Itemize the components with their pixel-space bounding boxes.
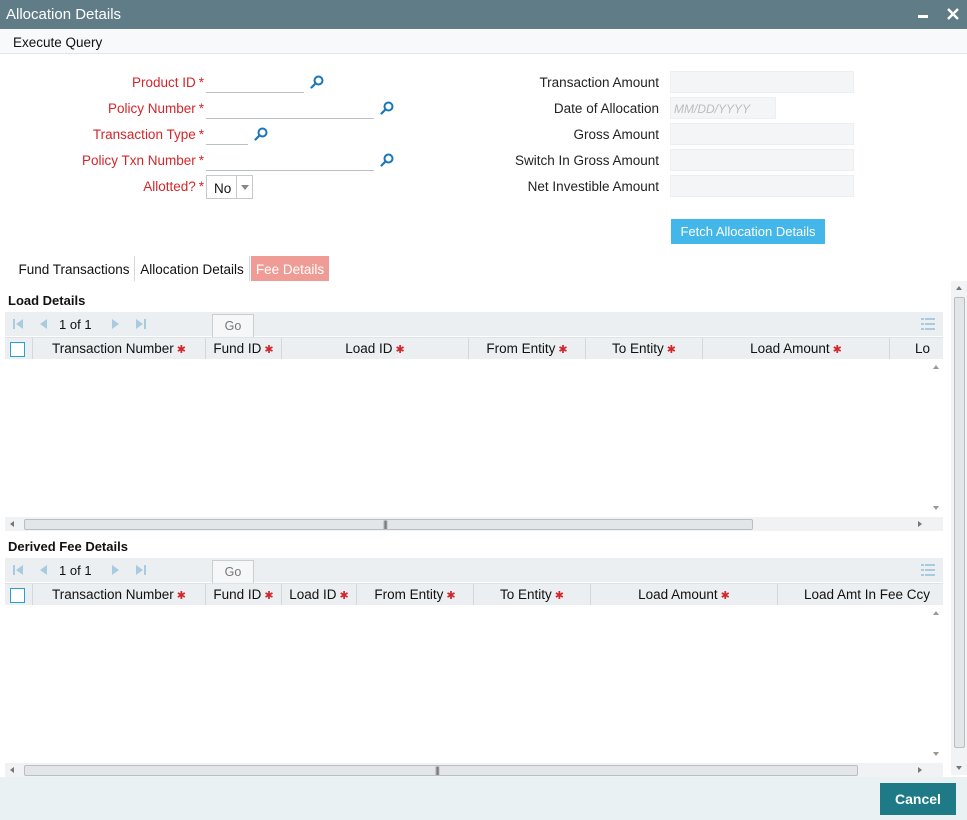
load-details-toolbar: 1 of 1 Go (5, 312, 943, 338)
derived-fee-details-go-button[interactable]: Go (212, 560, 254, 584)
cancel-button[interactable]: Cancel (880, 783, 956, 815)
window-title: Allocation Details (6, 6, 122, 23)
column-header[interactable]: Load Amount ✱ (591, 584, 778, 605)
product-id-label: Product ID * (131, 75, 204, 90)
load-details-header: Transaction Number ✱ Fund ID ✱ Load ID ✱ Fr… (5, 337, 943, 359)
gross-amount-label: Gross Amount (573, 127, 659, 142)
net-investible-amount-label: Net Investible Amount (527, 179, 659, 194)
scroll-left-icon[interactable] (10, 767, 14, 773)
column-header[interactable]: Lo (890, 338, 943, 359)
column-header[interactable]: Transaction Number ✱ (33, 584, 206, 605)
transaction-type-label: Transaction Type * (92, 127, 204, 142)
hscroll-thumb[interactable]: ||| (24, 765, 858, 776)
scroll-down-icon[interactable] (956, 766, 962, 770)
select-all-cell (5, 584, 33, 605)
product-id-input[interactable] (206, 73, 304, 93)
allotted-label: Allotted? * (143, 179, 204, 194)
load-details-go-button[interactable]: Go (212, 314, 254, 338)
policy-number-input[interactable] (206, 99, 374, 119)
policy-number-search-icon[interactable] (380, 101, 394, 115)
switch-in-gross-amount-field (670, 149, 854, 171)
policy-number-label: Policy Number * (107, 101, 204, 116)
scroll-down-icon[interactable] (933, 752, 939, 756)
transaction-type-input[interactable] (206, 125, 248, 145)
policy-txn-number-input[interactable] (206, 151, 374, 171)
allotted-select[interactable]: No (206, 175, 253, 199)
derived-fee-details-toolbar: 1 of 1 Go (5, 558, 943, 584)
column-header[interactable]: Load ID ✱ (282, 338, 469, 359)
previous-page-icon[interactable] (36, 317, 50, 331)
derived-fee-details-hscroll[interactable]: ||| (5, 763, 943, 777)
product-id-search-icon[interactable] (310, 75, 324, 89)
scroll-up-icon[interactable] (933, 611, 939, 615)
first-page-icon[interactable] (11, 317, 25, 331)
tab-fee-details[interactable]: Fee Details (251, 256, 329, 281)
derived-fee-details-pager: 1 of 1 (59, 563, 92, 578)
transaction-amount-field (670, 71, 854, 93)
scroll-down-icon[interactable] (933, 506, 939, 510)
column-header[interactable]: From Entity ✱ (357, 584, 474, 605)
load-details-hscroll[interactable]: ||| (5, 517, 943, 531)
scroll-right-icon[interactable] (918, 521, 922, 527)
scroll-up-icon[interactable] (956, 286, 962, 290)
derived-fee-details-title: Derived Fee Details (8, 539, 128, 554)
switch-in-gross-amount-label: Switch In Gross Amount (514, 153, 659, 168)
derived-fee-details-body (5, 605, 943, 763)
derived-fee-details-grid: 1 of 1 Go Transaction Number ✱ Fund ID ✱ L… (5, 558, 943, 777)
chevron-down-icon[interactable] (236, 176, 252, 198)
derived-fee-details-header: Transaction Number ✱ Fund ID ✱ Load ID ✱ Fr… (5, 583, 943, 605)
tab-fund-transactions[interactable]: Fund Transactions (14, 256, 135, 281)
minimize-icon[interactable] (917, 4, 931, 24)
column-header[interactable]: Load Amount ✱ (703, 338, 890, 359)
footer-bar: Cancel (0, 777, 967, 820)
date-of-allocation-label: Date of Allocation (553, 101, 659, 116)
column-settings-icon[interactable] (921, 318, 935, 330)
column-header[interactable]: To Entity ✱ (586, 338, 703, 359)
column-settings-icon[interactable] (921, 564, 935, 576)
scroll-left-icon[interactable] (10, 521, 14, 527)
page-vscroll[interactable] (951, 281, 967, 775)
allotted-value: No (214, 181, 232, 196)
column-header[interactable]: To Entity ✱ (474, 584, 591, 605)
page-vscroll-thumb[interactable] (954, 297, 965, 748)
last-page-icon[interactable] (134, 563, 148, 577)
load-details-grid: 1 of 1 Go Transaction Number ✱ Fund ID ✱ L… (5, 312, 943, 531)
derived-fee-details-vscroll[interactable] (930, 605, 942, 763)
policy-txn-number-search-icon[interactable] (380, 153, 394, 167)
load-details-body (5, 359, 943, 517)
menu-bar: Execute Query (0, 29, 967, 54)
column-header[interactable]: Fund ID ✱ (206, 584, 282, 605)
load-details-pager: 1 of 1 (59, 317, 92, 332)
hscroll-thumb[interactable]: ||| (24, 519, 753, 530)
load-details-vscroll[interactable] (930, 359, 942, 517)
date-of-allocation-field: MM/DD/YYYY (670, 97, 776, 119)
previous-page-icon[interactable] (36, 563, 50, 577)
policy-txn-number-label: Policy Txn Number * (81, 153, 204, 168)
select-all-checkbox[interactable] (10, 342, 25, 357)
select-all-checkbox[interactable] (10, 588, 25, 603)
load-details-title: Load Details (8, 293, 86, 308)
tab-allocation-details[interactable]: Allocation Details (135, 256, 250, 281)
column-header[interactable]: From Entity ✱ (469, 338, 586, 359)
first-page-icon[interactable] (11, 563, 25, 577)
last-page-icon[interactable] (134, 317, 148, 331)
scroll-up-icon[interactable] (933, 365, 939, 369)
transaction-type-search-icon[interactable] (254, 127, 268, 141)
close-icon[interactable] (944, 4, 962, 24)
column-header[interactable]: Load Amt In Fee Ccy (778, 584, 943, 605)
column-header[interactable]: Load ID ✱ (282, 584, 357, 605)
column-header[interactable]: Fund ID ✱ (206, 338, 282, 359)
net-investible-amount-field (670, 175, 854, 197)
execute-query-menu[interactable]: Execute Query (13, 35, 102, 50)
transaction-amount-label: Transaction Amount (539, 75, 659, 90)
fetch-allocation-details-button[interactable]: Fetch Allocation Details (671, 219, 825, 244)
gross-amount-field (670, 123, 854, 145)
title-bar: Allocation Details (0, 0, 967, 29)
next-page-icon[interactable] (109, 563, 123, 577)
scroll-right-icon[interactable] (918, 767, 922, 773)
select-all-cell (5, 338, 33, 359)
next-page-icon[interactable] (109, 317, 123, 331)
column-header[interactable]: Transaction Number ✱ (33, 338, 206, 359)
